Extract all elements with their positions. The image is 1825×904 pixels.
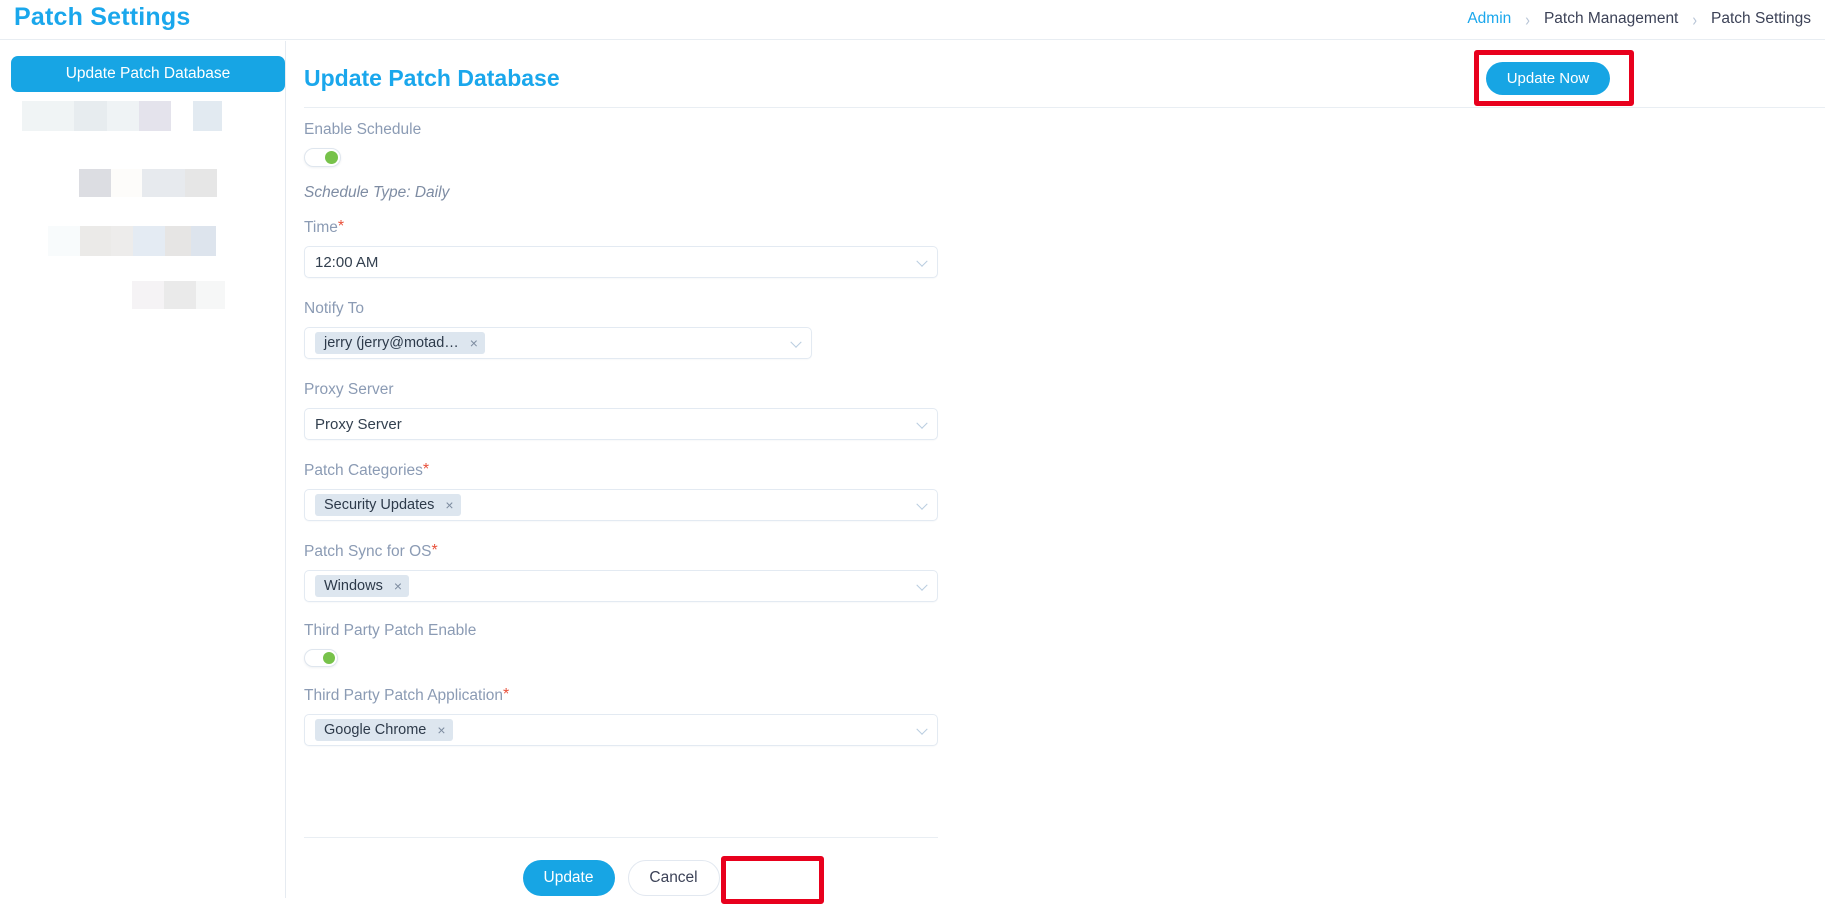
- label-time: Time*: [304, 219, 1304, 237]
- required-asterisk: *: [503, 686, 510, 703]
- chevron-down-icon: [916, 417, 928, 429]
- sidebar-redacted-row: [79, 169, 217, 197]
- third-party-patch-enable-toggle[interactable]: [304, 649, 338, 667]
- chevron-down-icon: [916, 255, 928, 267]
- chevron-down-icon: [916, 579, 928, 591]
- patch-settings-form: Enable Schedule Schedule Type: Daily Tim…: [304, 121, 1304, 746]
- field-enable-schedule: Enable Schedule: [304, 121, 1304, 167]
- sidebar-item-update-patch-database[interactable]: Update Patch Database: [11, 56, 285, 92]
- content-header: Update Patch Database Update Now: [287, 50, 1825, 107]
- toggle-knob: [323, 652, 335, 664]
- update-now-button[interactable]: Update Now: [1486, 62, 1610, 95]
- label-patch-sync-os-text: Patch Sync for OS: [304, 543, 432, 560]
- chip-notify-to[interactable]: jerry (jerry@motad… ×: [315, 332, 485, 354]
- notify-to-select[interactable]: jerry (jerry@motad… ×: [304, 327, 812, 359]
- chip-remove-icon[interactable]: ×: [437, 723, 445, 737]
- chip-remove-icon[interactable]: ×: [445, 498, 453, 512]
- update-button[interactable]: Update: [522, 860, 615, 896]
- chip-patch-category[interactable]: Security Updates ×: [315, 494, 461, 516]
- label-patch-categories: Patch Categories*: [304, 462, 1304, 480]
- top-bar: Patch Settings Admin › Patch Management …: [0, 0, 1825, 40]
- chip-label: Windows: [324, 578, 383, 594]
- field-notify-to: Notify To jerry (jerry@motad… ×: [304, 300, 1304, 359]
- chevron-down-icon: [790, 336, 802, 348]
- required-asterisk: *: [422, 461, 430, 478]
- chip-remove-icon[interactable]: ×: [470, 336, 478, 350]
- page-title: Patch Settings: [14, 3, 191, 31]
- proxy-server-select[interactable]: Proxy Server: [304, 408, 938, 440]
- third-party-patch-application-select[interactable]: Google Chrome ×: [304, 714, 938, 746]
- label-third-party-patch-enable: Third Party Patch Enable: [304, 622, 477, 639]
- required-asterisk: *: [431, 542, 438, 559]
- header-divider: [304, 107, 1825, 108]
- field-third-party-patch-application: Third Party Patch Application* Google Ch…: [304, 687, 1304, 746]
- patch-sync-os-select[interactable]: Windows ×: [304, 570, 938, 602]
- time-select[interactable]: 12:00 AM: [304, 246, 938, 278]
- section-title: Update Patch Database: [304, 65, 560, 91]
- breadcrumb: Admin › Patch Management › Patch Setting…: [1453, 10, 1825, 28]
- breadcrumb-item-admin[interactable]: Admin: [1453, 10, 1525, 28]
- chevron-right-icon: ›: [1692, 9, 1698, 29]
- label-time-text: Time: [304, 219, 338, 236]
- chip-label: jerry (jerry@motad…: [324, 335, 459, 351]
- patch-categories-select[interactable]: Security Updates ×: [304, 489, 938, 521]
- breadcrumb-item-patch-management[interactable]: Patch Management: [1530, 10, 1692, 28]
- chevron-down-icon: [916, 498, 928, 510]
- chip-patch-sync-os[interactable]: Windows ×: [315, 575, 410, 597]
- sidebar-redacted-row: [132, 281, 226, 309]
- sidebar-redacted-row: [48, 226, 216, 256]
- field-third-party-patch-enable: Third Party Patch Enable: [304, 622, 1304, 667]
- label-third-party-patch-application: Third Party Patch Application*: [304, 687, 1304, 705]
- field-proxy-server: Proxy Server Proxy Server: [304, 381, 1304, 440]
- field-patch-sync-os: Patch Sync for OS* Windows ×: [304, 543, 1304, 602]
- chip-label: Security Updates: [324, 497, 435, 513]
- label-enable-schedule: Enable Schedule: [304, 121, 422, 138]
- footer-divider: [304, 837, 938, 838]
- time-value: 12:00 AM: [315, 253, 379, 271]
- schedule-type-text: Schedule Type: Daily: [304, 184, 450, 201]
- proxy-server-value: Proxy Server: [315, 415, 402, 433]
- field-time: Time* 12:00 AM: [304, 219, 1304, 278]
- sidebar-redacted-row: [22, 101, 222, 131]
- form-actions: Update Cancel: [304, 853, 938, 903]
- label-patch-sync-os: Patch Sync for OS*: [304, 543, 1304, 561]
- toggle-knob: [325, 151, 338, 164]
- cancel-button[interactable]: Cancel: [627, 860, 720, 896]
- chip-remove-icon[interactable]: ×: [394, 579, 402, 593]
- label-notify-to: Notify To: [304, 300, 365, 317]
- label-patch-categories-text: Patch Categories: [304, 462, 423, 479]
- chip-third-party-application[interactable]: Google Chrome ×: [315, 719, 453, 741]
- chevron-right-icon: ›: [1525, 9, 1530, 29]
- chip-label: Google Chrome: [324, 722, 427, 738]
- chevron-down-icon: [916, 723, 928, 735]
- enable-schedule-toggle[interactable]: [304, 148, 341, 167]
- label-third-party-patch-application-text: Third Party Patch Application: [304, 687, 504, 704]
- sidebar: Update Patch Database: [0, 41, 286, 898]
- main-content: Update Patch Database Update Now Enable …: [287, 41, 1825, 904]
- label-proxy-server: Proxy Server: [304, 381, 394, 398]
- breadcrumb-item-patch-settings: Patch Settings: [1711, 10, 1811, 27]
- field-patch-categories: Patch Categories* Security Updates ×: [304, 462, 1304, 521]
- required-asterisk: *: [337, 218, 345, 235]
